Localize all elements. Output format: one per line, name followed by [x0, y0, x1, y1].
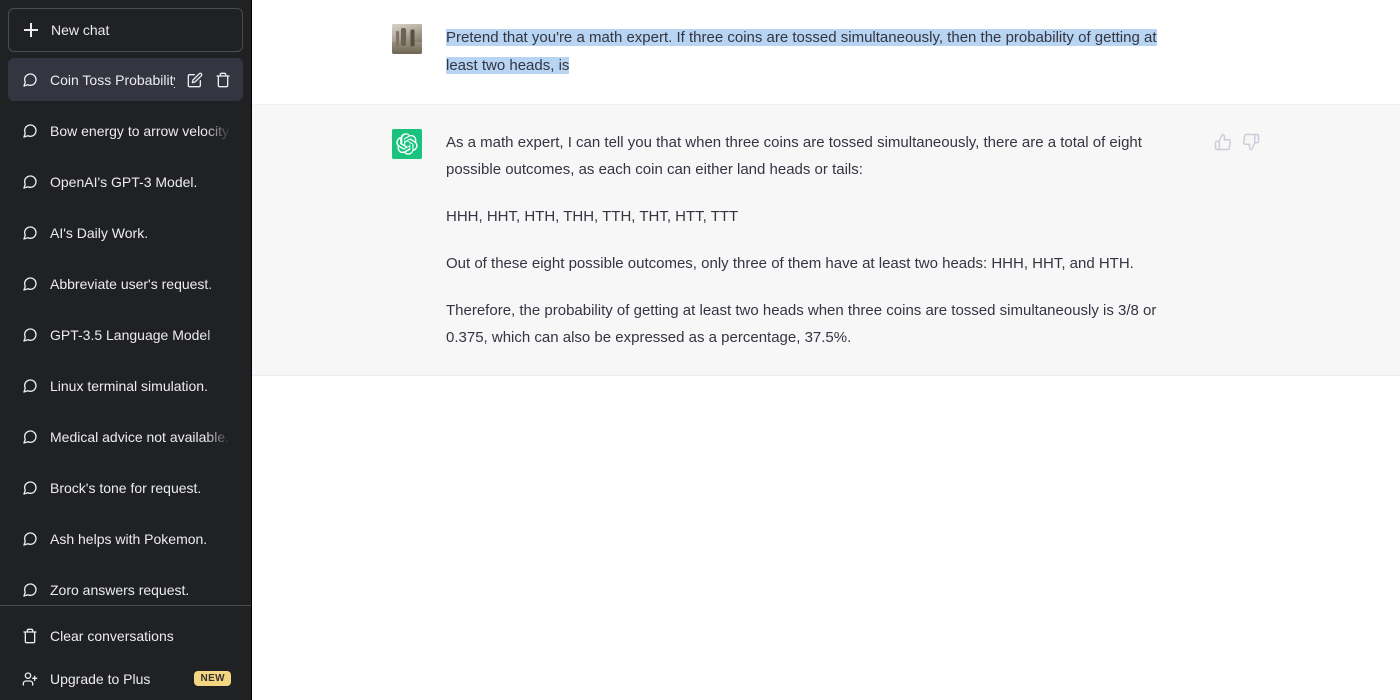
chat-bubble-icon: [23, 123, 37, 138]
user-message-inner: Pretend that you're a math expert. If th…: [376, 24, 1276, 80]
conversation-label: Linux terminal simulation.: [50, 377, 208, 394]
avatar-photo-bottom: [392, 42, 422, 54]
new-chat-label: New chat: [51, 22, 110, 38]
chat-bubble-icon: [23, 174, 37, 189]
conversation-item[interactable]: Linux terminal simulation.: [8, 364, 243, 407]
new-badge: NEW: [194, 671, 231, 686]
trash-icon: [23, 628, 37, 643]
conversation-label: GPT-3.5 Language Model: [50, 326, 211, 343]
chat-bubble-icon: [23, 327, 37, 342]
conversation-label: Ash helps with Pokemon.: [50, 530, 208, 547]
assistant-avatar: [392, 129, 422, 159]
conversation-item[interactable]: Brock's tone for request.: [8, 466, 243, 509]
assistant-message: As a math expert, I can tell you that wh…: [252, 105, 1400, 376]
conversation-label: Abbreviate user's request.: [50, 275, 213, 292]
clear-conversations-button[interactable]: Clear conversations: [8, 614, 243, 657]
conversation-item[interactable]: Medical advice not available.: [8, 415, 243, 458]
conversation-item[interactable]: AI's Daily Work.: [8, 211, 243, 254]
conversation-item[interactable]: Zoro answers request.: [8, 568, 243, 605]
feedback-controls: [1214, 133, 1260, 151]
conversation-list: Coin Toss Probability. Bow energy to arro…: [0, 52, 251, 605]
user-message: Pretend that you're a math expert. If th…: [252, 0, 1400, 105]
user-message-text: Pretend that you're a math expert. If th…: [446, 24, 1180, 80]
sidebar-header: New chat: [0, 0, 251, 52]
chatgpt-app: New chat Coin Toss Probability. Bow energ…: [0, 0, 1400, 700]
conversation-item[interactable]: Ash helps with Pokemon.: [8, 517, 243, 560]
conversation-label: Zoro answers request.: [50, 581, 190, 598]
conversation-label: Medical advice not available.: [50, 428, 229, 445]
assistant-message-inner: As a math expert, I can tell you that wh…: [376, 129, 1276, 351]
chat-bubble-icon: [23, 72, 37, 87]
chat-bubble-icon: [23, 531, 37, 546]
conversation-label: OpenAI's GPT-3 Model.: [50, 173, 198, 190]
chat-bubble-icon: [23, 276, 37, 291]
conversation-actions: [187, 72, 231, 88]
avatar-photo-top: [392, 24, 422, 43]
thumbs-down-icon[interactable]: [1242, 133, 1260, 151]
edit-icon[interactable]: [187, 72, 203, 88]
user-message-highlight: Pretend that you're a math expert. If th…: [446, 29, 1157, 74]
conversation-item[interactable]: GPT-3.5 Language Model: [8, 313, 243, 356]
upgrade-to-plus-button[interactable]: Upgrade to Plus NEW: [8, 657, 243, 700]
conversation-label: Bow energy to arrow velocity: [50, 122, 229, 139]
conversation-label: Coin Toss Probability.: [50, 71, 175, 88]
openai-logo-icon: [396, 133, 418, 155]
conversation-label: AI's Daily Work.: [50, 224, 149, 241]
chat-bubble-icon: [23, 225, 37, 240]
conversation-item[interactable]: Coin Toss Probability.: [8, 58, 243, 101]
new-chat-button[interactable]: New chat: [8, 8, 243, 52]
delete-icon[interactable]: [215, 72, 231, 88]
conversation-item[interactable]: Abbreviate user's request.: [8, 262, 243, 305]
clear-conversations-label: Clear conversations: [50, 627, 174, 644]
user-message-body: Pretend that you're a math expert. If th…: [446, 24, 1260, 80]
user-plus-icon: [22, 671, 38, 686]
thumbs-up-icon[interactable]: [1214, 133, 1232, 151]
chat-bubble-icon: [23, 582, 37, 597]
sidebar: New chat Coin Toss Probability. Bow energ…: [0, 0, 252, 700]
plus-icon: [23, 22, 39, 38]
chat-bubble-icon: [23, 378, 37, 393]
chat-bubble-icon: [23, 429, 37, 444]
assistant-message-body: As a math expert, I can tell you that wh…: [446, 129, 1260, 351]
upgrade-label: Upgrade to Plus: [50, 670, 151, 687]
assistant-paragraph: HHH, HHT, HTH, THH, TTH, THT, HTT, TTT: [446, 208, 739, 225]
conversation-label: Brock's tone for request.: [50, 479, 202, 496]
sidebar-footer: Clear conversations Upgrade to Plus NEW: [0, 605, 251, 700]
chat-main: Pretend that you're a math expert. If th…: [252, 0, 1400, 700]
assistant-paragraph: As a math expert, I can tell you that wh…: [446, 134, 1142, 178]
assistant-paragraph: Therefore, the probability of getting at…: [446, 302, 1157, 346]
conversation-item[interactable]: OpenAI's GPT-3 Model.: [8, 160, 243, 203]
assistant-paragraph: Out of these eight possible outcomes, on…: [446, 255, 1134, 272]
conversation-item[interactable]: Bow energy to arrow velocity: [8, 109, 243, 152]
chat-bubble-icon: [23, 480, 37, 495]
avatar-photo-figures: [401, 28, 406, 46]
user-avatar: [392, 24, 422, 54]
